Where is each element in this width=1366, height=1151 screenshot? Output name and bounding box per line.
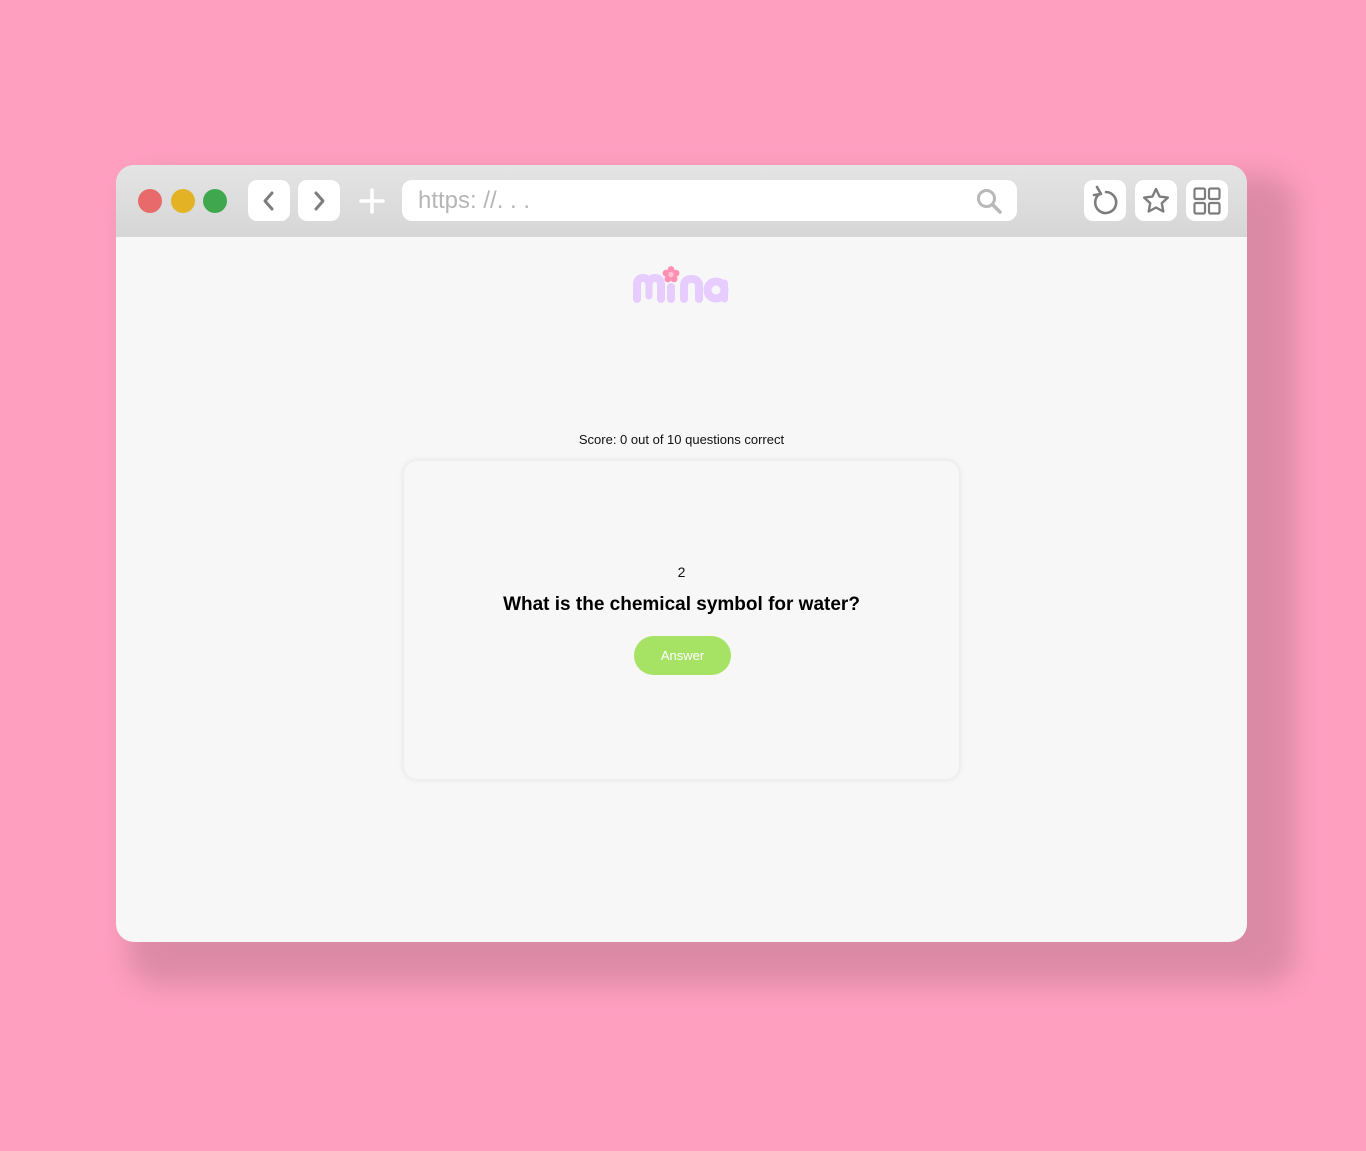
chevron-left-icon xyxy=(263,191,274,210)
flower-icon xyxy=(662,266,680,283)
answer-button[interactable]: Answer xyxy=(634,636,731,675)
grid-icon xyxy=(1193,186,1221,215)
back-button[interactable] xyxy=(248,180,290,221)
search-icon[interactable] xyxy=(975,187,1003,215)
browser-toolbar xyxy=(116,165,1247,237)
reload-icon xyxy=(1092,185,1118,214)
tabs-overview-button[interactable] xyxy=(1186,180,1228,221)
score-text: Score: 0 out of 10 questions correct xyxy=(578,432,785,447)
reload-button[interactable] xyxy=(1084,180,1126,221)
plus-icon[interactable] xyxy=(358,187,386,215)
minimize-window-button[interactable] xyxy=(171,189,195,213)
bookmark-button[interactable] xyxy=(1135,180,1177,221)
mina-logo[interactable] xyxy=(631,263,733,307)
forward-button[interactable] xyxy=(298,180,340,221)
question-number: 2 xyxy=(677,564,686,580)
chevron-right-icon xyxy=(314,191,325,210)
browser-window: Score: 0 out of 10 questions correct 2 W… xyxy=(116,165,1247,942)
close-window-button[interactable] xyxy=(138,189,162,213)
address-bar[interactable] xyxy=(402,180,1017,221)
question-card: 2 What is the chemical symbol for water?… xyxy=(403,460,960,780)
url-input[interactable] xyxy=(402,180,962,221)
question-text: What is the chemical symbol for water? xyxy=(503,594,860,615)
star-icon xyxy=(1143,187,1169,213)
maximize-window-button[interactable] xyxy=(203,189,227,213)
